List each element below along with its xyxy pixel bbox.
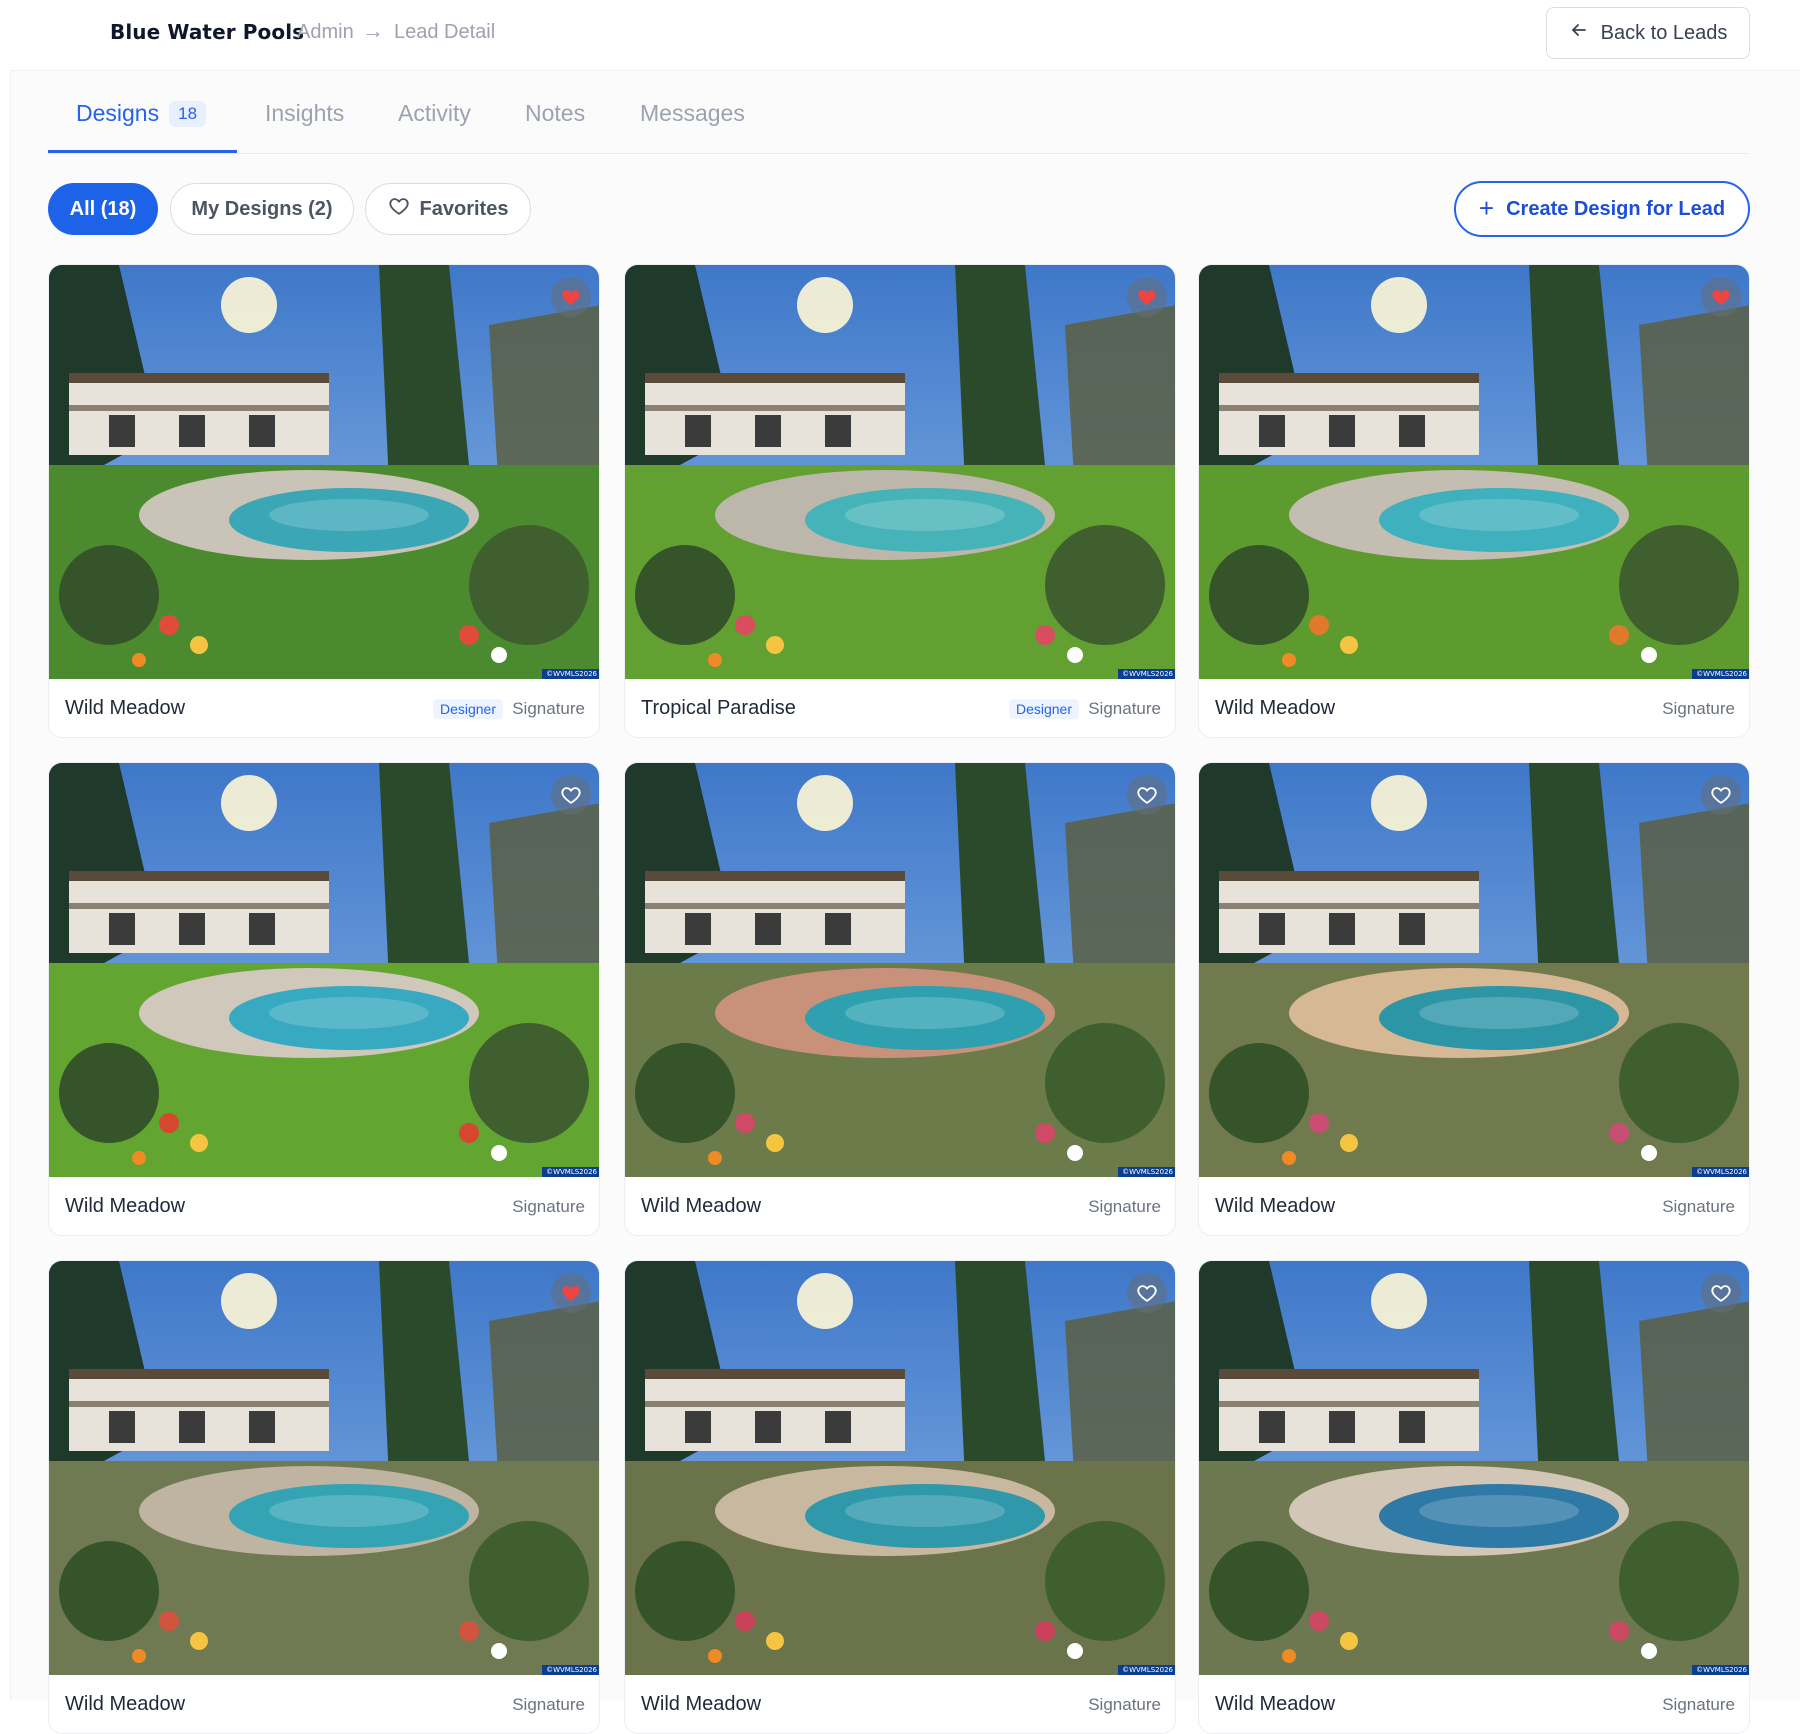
design-card[interactable]: ©WVMLS2026 Wild Meadow Signature [48, 762, 600, 1236]
design-card-caption: Wild Meadow Signature [1199, 1675, 1749, 1733]
tab-designs-label: Designs [76, 100, 160, 126]
tab-messages[interactable]: Messages [640, 100, 745, 127]
heart-outline-icon [388, 195, 410, 223]
back-to-leads-button[interactable]: Back to Leads [1546, 7, 1750, 59]
design-tier-label: Signature [512, 1695, 585, 1714]
design-title: Wild Meadow [1215, 697, 1336, 719]
watermark-label: ©WVMLS2026 [542, 1665, 599, 1675]
design-title: Wild Meadow [1215, 1693, 1336, 1715]
design-tier-label: Signature [512, 1197, 585, 1216]
design-tier-label: Signature [1088, 699, 1161, 718]
tab-activity[interactable]: Activity [398, 100, 471, 127]
filter-row: All (18) My Designs (2) Favorites + Crea… [48, 181, 1750, 237]
watermark-label: ©WVMLS2026 [1118, 1665, 1175, 1675]
design-title: Tropical Paradise [641, 697, 796, 719]
design-title: Wild Meadow [65, 697, 186, 719]
favorite-outline-heart-icon[interactable] [1701, 775, 1741, 815]
design-card[interactable]: ©WVMLS2026 Wild Meadow Signature [624, 762, 1176, 1236]
watermark-label: ©WVMLS2026 [1692, 1665, 1749, 1675]
design-tier-label: Signature [1662, 1197, 1735, 1216]
filter-my-designs-button[interactable]: My Designs (2) [170, 183, 354, 235]
design-rendering-image[interactable]: ©WVMLS2026 [625, 265, 1175, 679]
favorite-outline-heart-icon[interactable] [1701, 1273, 1741, 1313]
top-bar: Blue Water Pools Admin → Lead Detail Bac… [0, 0, 1800, 70]
design-rendering-image[interactable]: ©WVMLS2026 [1199, 763, 1749, 1177]
favorite-outline-heart-icon[interactable] [1127, 775, 1167, 815]
designer-badge: Designer [432, 699, 503, 719]
design-tier-label: Signature [1088, 1197, 1161, 1216]
favorite-filled-heart-icon[interactable] [551, 1273, 591, 1313]
arrow-left-icon [1569, 20, 1589, 46]
design-card-caption: Wild Meadow Signature [49, 1177, 599, 1235]
favorite-outline-heart-icon[interactable] [551, 775, 591, 815]
watermark-label: ©WVMLS2026 [1692, 669, 1749, 679]
design-title: Wild Meadow [641, 1195, 762, 1217]
design-card[interactable]: ©WVMLS2026 Wild Meadow Designer Signature [48, 264, 600, 738]
design-card-caption: Wild Meadow Designer Signature [49, 679, 599, 737]
design-card[interactable]: ©WVMLS2026 Wild Meadow Signature [1198, 1260, 1750, 1734]
design-rendering-image[interactable]: ©WVMLS2026 [1199, 265, 1749, 679]
breadcrumb-lead-detail: Lead Detail [394, 21, 496, 43]
filter-all-button[interactable]: All (18) [48, 183, 158, 235]
design-card-caption: Wild Meadow Signature [1199, 679, 1749, 737]
design-card[interactable]: ©WVMLS2026 Tropical Paradise Designer Signa… [624, 264, 1176, 738]
design-rendering-image[interactable]: ©WVMLS2026 [625, 1261, 1175, 1675]
brand-name[interactable]: Blue Water Pools [110, 20, 304, 44]
design-tier-label: Signature [512, 699, 585, 718]
active-tab-indicator [48, 150, 237, 153]
designer-badge: Designer [1008, 699, 1079, 719]
design-tier-label: Signature [1088, 1695, 1161, 1714]
design-tier-label: Signature [1662, 699, 1735, 718]
design-rendering-image[interactable]: ©WVMLS2026 [49, 1261, 599, 1675]
tab-bar: Designs 18 Insights Activity Notes Messag… [48, 84, 1748, 154]
design-title: Wild Meadow [65, 1195, 186, 1217]
watermark-label: ©WVMLS2026 [1118, 1167, 1175, 1177]
design-card-caption: Wild Meadow Signature [625, 1675, 1175, 1733]
design-card-caption: Wild Meadow Signature [625, 1177, 1175, 1235]
design-rendering-image[interactable]: ©WVMLS2026 [625, 763, 1175, 1177]
watermark-label: ©WVMLS2026 [542, 669, 599, 679]
tab-notes[interactable]: Notes [525, 100, 585, 127]
breadcrumb-separator-icon: → [362, 18, 384, 43]
watermark-label: ©WVMLS2026 [1118, 669, 1175, 679]
breadcrumb-admin[interactable]: Admin [297, 21, 354, 44]
design-rendering-image[interactable]: ©WVMLS2026 [1199, 1261, 1749, 1675]
design-card[interactable]: ©WVMLS2026 Wild Meadow Signature [48, 1260, 600, 1734]
design-card-caption: Tropical Paradise Designer Signature [625, 679, 1175, 737]
filter-favorites-label: Favorites [419, 197, 509, 220]
watermark-label: ©WVMLS2026 [542, 1167, 599, 1177]
design-title: Wild Meadow [65, 1693, 186, 1715]
design-rendering-image[interactable]: ©WVMLS2026 [49, 763, 599, 1177]
design-card[interactable]: ©WVMLS2026 Wild Meadow Signature [1198, 762, 1750, 1236]
design-rendering-image[interactable]: ©WVMLS2026 [49, 265, 599, 679]
design-card-caption: Wild Meadow Signature [49, 1675, 599, 1733]
design-tier-label: Signature [1662, 1695, 1735, 1714]
tab-insights[interactable]: Insights [265, 100, 344, 127]
designs-count-badge: 18 [169, 101, 207, 127]
plus-icon: + [1478, 192, 1495, 223]
create-design-label: Create Design for Lead [1506, 197, 1726, 220]
design-card[interactable]: ©WVMLS2026 Wild Meadow Signature [1198, 264, 1750, 738]
favorite-filled-heart-icon[interactable] [1701, 277, 1741, 317]
design-title: Wild Meadow [1215, 1195, 1336, 1217]
tab-designs[interactable]: Designs 18 [76, 100, 207, 127]
favorite-filled-heart-icon[interactable] [1127, 277, 1167, 317]
design-card[interactable]: ©WVMLS2026 Wild Meadow Signature [624, 1260, 1176, 1734]
back-to-leads-label: Back to Leads [1600, 21, 1728, 44]
design-title: Wild Meadow [641, 1693, 762, 1715]
favorite-outline-heart-icon[interactable] [1127, 1273, 1167, 1313]
favorite-filled-heart-icon[interactable] [551, 277, 591, 317]
create-design-for-lead-button[interactable]: + Create Design for Lead [1454, 181, 1750, 237]
watermark-label: ©WVMLS2026 [1692, 1167, 1749, 1177]
design-card-caption: Wild Meadow Signature [1199, 1177, 1749, 1235]
filter-favorites-button[interactable]: Favorites [365, 183, 531, 235]
